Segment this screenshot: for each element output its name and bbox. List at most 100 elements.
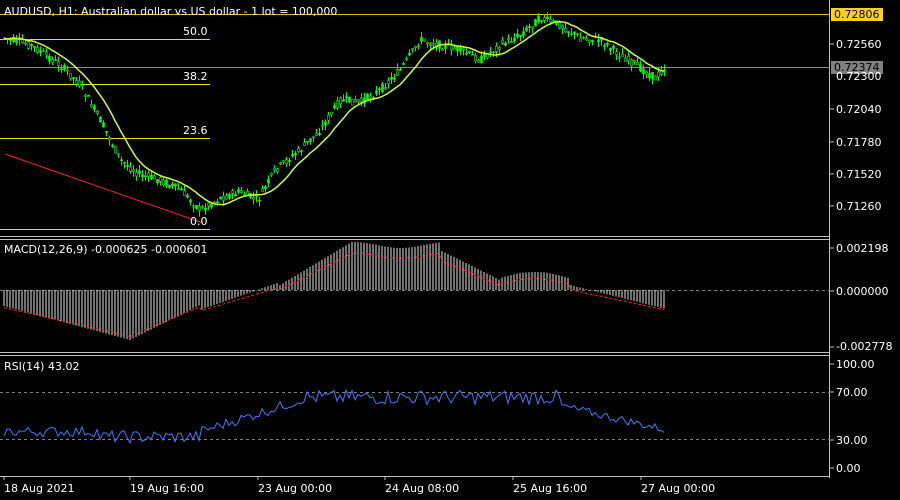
macd-tick: -0.002778 <box>836 340 893 353</box>
candle-body <box>351 99 354 106</box>
candle-body <box>483 53 486 57</box>
candle-body <box>582 37 585 39</box>
candle-body <box>72 77 75 79</box>
candle-body <box>162 179 165 186</box>
rsi-tick: 0.00 <box>836 462 861 475</box>
candle-body <box>414 45 417 48</box>
time-tick: 18 Aug 2021 <box>4 482 75 495</box>
candle-body <box>246 190 249 196</box>
candle-body <box>315 133 318 136</box>
chart-title: AUDUSD, H1: Australian dollar vs US doll… <box>4 5 338 18</box>
candle-body <box>501 39 504 44</box>
description: Australian dollar vs US dollar - 1 lot =… <box>81 5 338 18</box>
candle-body <box>540 20 543 23</box>
candle-body <box>150 174 153 180</box>
candle-body <box>381 83 384 92</box>
candle-body <box>408 53 411 56</box>
candle-body <box>258 199 261 202</box>
candle-body <box>468 51 471 54</box>
candle-body <box>276 168 279 173</box>
candle-body <box>588 39 591 43</box>
candle-body <box>405 57 408 60</box>
candle-body <box>120 159 123 162</box>
candle-body <box>522 31 525 37</box>
candle-body <box>321 125 324 127</box>
candle-body <box>180 188 183 191</box>
candle-body <box>342 99 345 102</box>
candle-body <box>198 205 201 212</box>
candle-body <box>603 45 606 47</box>
candle-body <box>432 43 435 46</box>
axis-ticks <box>3 43 834 480</box>
candle-body <box>42 50 45 53</box>
rsi-line <box>3 388 665 445</box>
candle-body <box>642 68 645 75</box>
candle-body <box>228 193 231 199</box>
candle-body <box>516 33 519 38</box>
candle-body <box>585 38 588 41</box>
candle-body <box>165 180 168 186</box>
candle-body <box>138 170 141 175</box>
candle-body <box>282 160 285 163</box>
fib-label-23: 23.6 <box>183 124 208 137</box>
candle-body <box>144 175 147 178</box>
trend-line[interactable] <box>4 153 204 224</box>
candle-body <box>504 42 507 46</box>
candle-body <box>402 63 405 65</box>
time-tick: 27 Aug 00:00 <box>641 482 716 495</box>
candle-body <box>192 205 195 208</box>
candle-body <box>168 184 171 188</box>
fib-label-38: 38.2 <box>183 70 208 83</box>
candle-body <box>210 203 213 208</box>
candle-body <box>591 39 594 43</box>
candle-body <box>453 47 456 50</box>
candle-body <box>354 99 357 103</box>
candle-body <box>147 173 150 177</box>
candle-body <box>300 150 303 152</box>
candle-body <box>534 19 537 27</box>
candle-body <box>222 195 225 201</box>
candle-body <box>285 159 288 165</box>
candle-body <box>312 136 315 138</box>
candle-body <box>141 174 144 178</box>
candle-body <box>123 162 126 164</box>
candle-body <box>63 64 66 70</box>
candle-body <box>27 41 30 49</box>
candle-body <box>417 45 420 48</box>
symbol: AUDUSD <box>4 5 52 18</box>
candle-body <box>102 122 105 128</box>
candle-body <box>318 133 321 136</box>
candle-body <box>384 87 387 90</box>
candle-body <box>288 159 291 163</box>
candle-body <box>495 45 498 52</box>
candle-body <box>240 190 243 193</box>
candle-body <box>387 80 390 84</box>
candle-body <box>486 53 489 59</box>
candle-body <box>393 77 396 80</box>
rsi-tick: 100.00 <box>836 358 875 371</box>
candle-body <box>357 99 360 102</box>
candle-body <box>345 96 348 99</box>
candle-body <box>36 47 39 54</box>
candle-body <box>546 16 549 19</box>
candle-body <box>336 100 339 109</box>
candle-body <box>66 69 69 72</box>
candle-body <box>78 80 81 87</box>
candle-body <box>489 51 492 54</box>
candle-body <box>39 50 42 53</box>
candle-body <box>543 17 546 21</box>
candle-body <box>651 71 654 80</box>
candle-body <box>369 95 372 99</box>
candle-body <box>291 154 294 157</box>
candle-body <box>570 33 573 35</box>
candle-body <box>186 194 189 198</box>
candle-body <box>213 201 216 204</box>
candle-body <box>153 175 156 180</box>
macd-tick: 0.000000 <box>836 285 889 298</box>
candle-body <box>189 199 192 203</box>
candle-body <box>183 190 186 197</box>
candle-body <box>366 93 369 100</box>
candle-body <box>420 37 423 42</box>
candle-body <box>111 144 114 147</box>
price-tick: 0.72300 <box>836 70 882 83</box>
